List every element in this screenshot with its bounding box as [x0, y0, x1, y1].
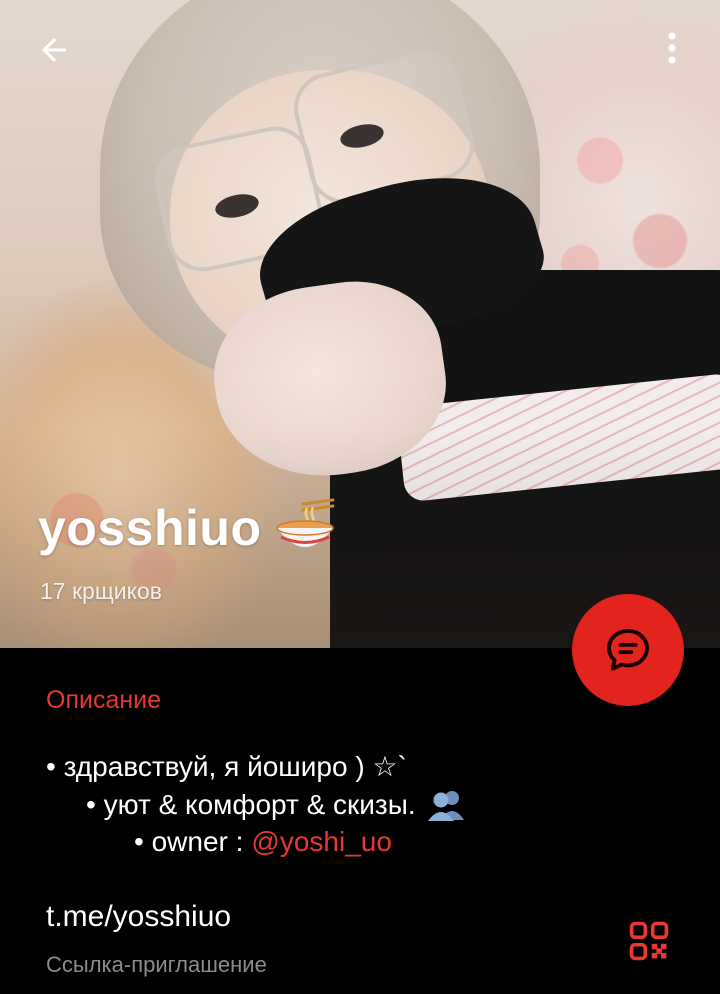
owner-mention-link[interactable]: @yoshi_uo [251, 826, 392, 858]
description-line: • уют & комфорт & скизы. [86, 788, 466, 822]
people-icon [426, 788, 466, 822]
description-line: • здравствуй, я йоширо ) ☆` [46, 750, 407, 783]
description-line: • owner : @yoshi_uo [134, 826, 392, 858]
channel-name-text: yosshiuo [38, 500, 262, 556]
more-options-button[interactable] [650, 24, 694, 72]
description-text: • owner : [134, 826, 244, 857]
description-text: • уют & комфорт & скизы. [86, 789, 416, 820]
qr-code-icon [629, 921, 669, 961]
noodle-bowl-icon [273, 496, 337, 560]
back-button[interactable] [30, 26, 78, 74]
more-vertical-icon [668, 32, 676, 64]
invite-link-caption: Ссылка-приглашение [46, 952, 267, 977]
qr-code-button[interactable] [622, 914, 676, 968]
description-title: Описание [46, 686, 162, 714]
channel-title: yosshiuo [38, 496, 337, 560]
arrow-left-icon [42, 38, 66, 62]
channel-profile-screen: yosshiuo 17 крщиков Описание • здравству [0, 0, 720, 994]
invite-link[interactable]: t.me/yosshiuo [46, 900, 231, 934]
open-chat-button[interactable] [572, 594, 684, 706]
description-text: • здравствуй, я йоширо ) ☆` [46, 751, 407, 782]
chat-bubble-icon [606, 628, 650, 671]
subscriber-count: 17 крщиков [40, 578, 162, 604]
